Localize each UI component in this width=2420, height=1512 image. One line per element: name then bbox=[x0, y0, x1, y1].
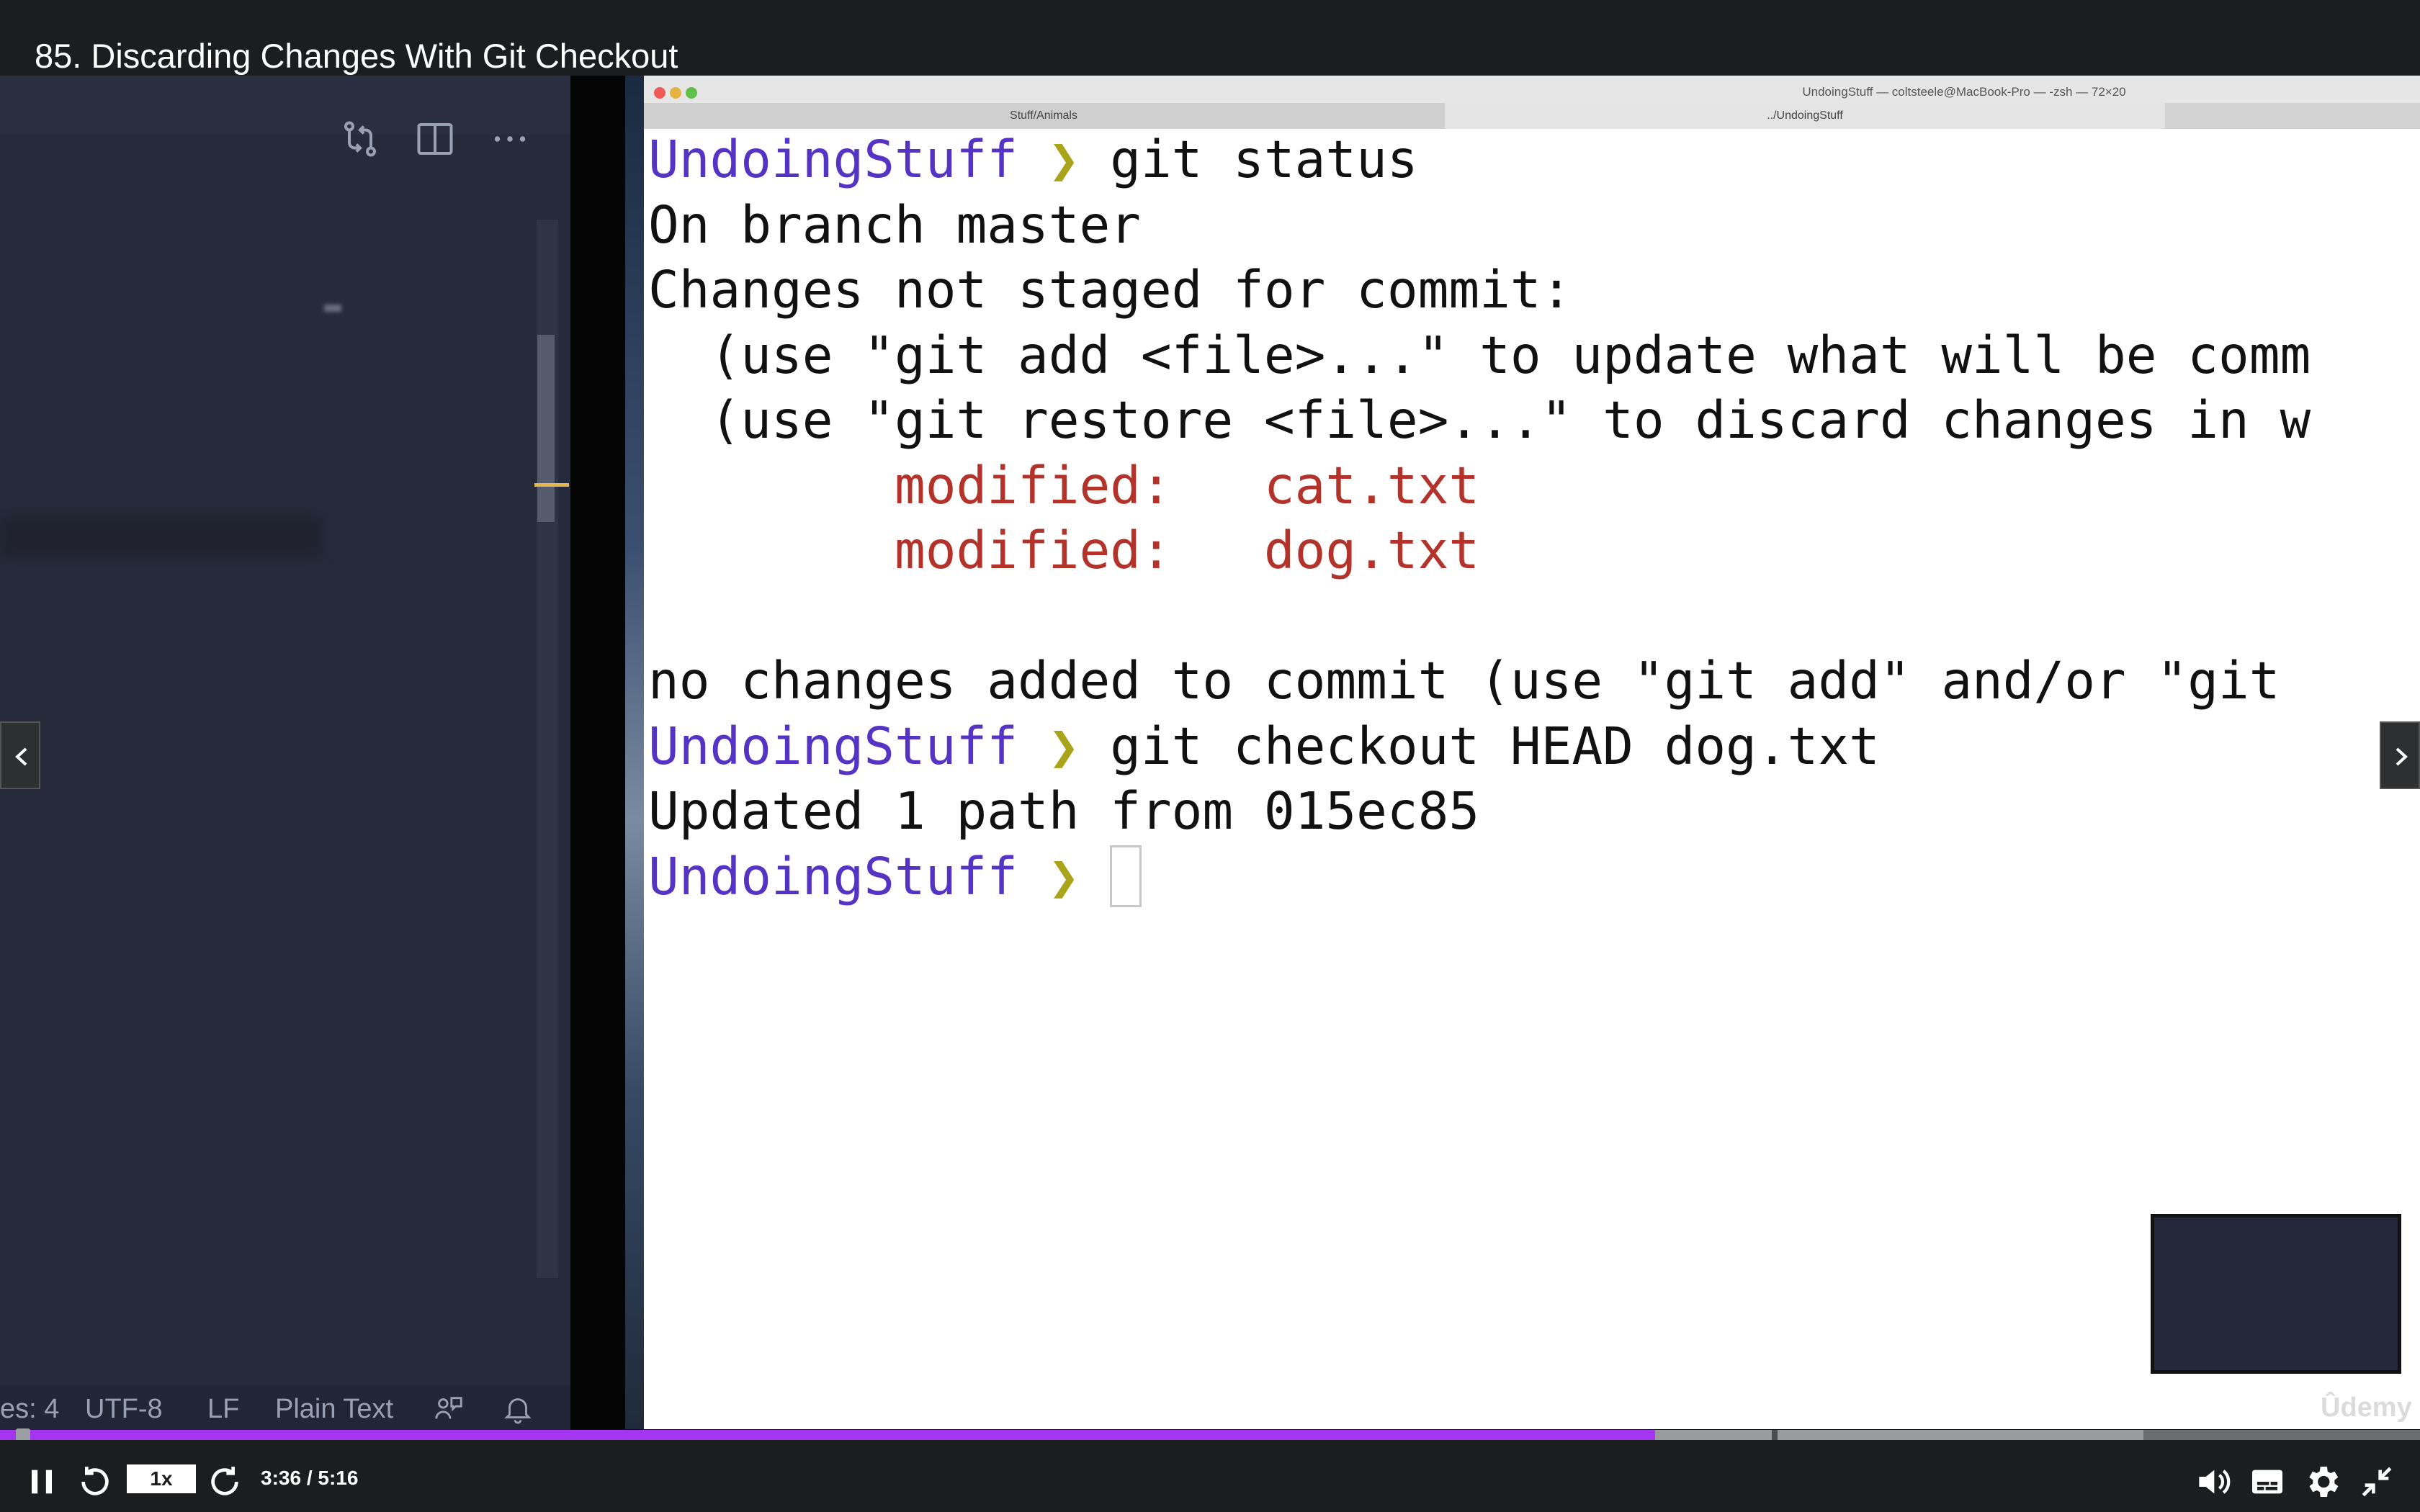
terminal-output: UndoingStuff ❯ git status On branch maste… bbox=[648, 127, 2311, 909]
vscode-editor-panel bbox=[0, 76, 570, 1429]
playback-speed-button[interactable]: 1x bbox=[127, 1464, 196, 1493]
terminal-line: Updated 1 path from 015ec85 bbox=[648, 779, 2311, 845]
volume-button[interactable] bbox=[2192, 1462, 2233, 1502]
terminal-command bbox=[1079, 847, 1110, 906]
blurred-text bbox=[324, 305, 341, 312]
more-actions-icon bbox=[488, 117, 532, 161]
desktop-wallpaper bbox=[625, 76, 644, 1429]
prompt-arrow: ❯ bbox=[1048, 846, 1080, 906]
minimap-marker bbox=[534, 483, 569, 487]
terminal-line: modified: cat.txt bbox=[648, 454, 2311, 519]
terminal-line: (use "git add <file>..." to update what … bbox=[648, 323, 2311, 389]
terminal-line: On branch master bbox=[648, 193, 2311, 258]
terminal-output-text: (use "git restore <file>..." to discard … bbox=[648, 390, 2311, 450]
feedback-icon bbox=[432, 1392, 465, 1426]
rewind-5-icon bbox=[81, 1467, 109, 1495]
terminal-line: Changes not staged for commit: bbox=[648, 258, 2311, 323]
player-controls bbox=[0, 1440, 2420, 1512]
terminal-line: UndoingStuff ❯ bbox=[648, 845, 2311, 910]
terminal-cursor bbox=[1110, 845, 1142, 907]
status-indent: es: 4 bbox=[0, 1394, 60, 1424]
lecture-title: 85. Discarding Changes With Git Checkout bbox=[35, 37, 678, 75]
previous-lecture-button[interactable] bbox=[0, 721, 40, 789]
forward-button[interactable] bbox=[205, 1462, 245, 1502]
progress-played bbox=[0, 1430, 1656, 1440]
terminal-title: UndoingStuff — coltsteele@MacBook-Pro — … bbox=[1802, 85, 2126, 99]
video-progress-bar[interactable] bbox=[0, 1430, 2420, 1440]
modified-file-line: modified: cat.txt bbox=[648, 455, 1480, 516]
progress-marker bbox=[1772, 1430, 1778, 1440]
terminal-tab: Stuff/Animals bbox=[644, 103, 1443, 129]
terminal-command: git checkout HEAD dog.txt bbox=[1079, 716, 1880, 776]
bell-icon bbox=[501, 1392, 534, 1426]
terminal-line: modified: dog.txt bbox=[648, 518, 2311, 584]
chevron-left-icon bbox=[15, 747, 27, 766]
terminal-titlebar: UndoingStuff — coltsteele@MacBook-Pro — … bbox=[644, 76, 2420, 103]
status-eol: LF bbox=[207, 1394, 240, 1424]
terminal-output-text: Changes not staged for commit: bbox=[648, 260, 1572, 320]
exit-fullscreen-button[interactable] bbox=[2357, 1462, 2397, 1502]
prompt-arrow: ❯ bbox=[1048, 130, 1080, 189]
rewind-button[interactable] bbox=[75, 1462, 115, 1502]
settings-button[interactable] bbox=[2302, 1462, 2342, 1502]
chevron-right-icon bbox=[2396, 747, 2408, 766]
split-editor-icon bbox=[413, 117, 457, 161]
next-lecture-button[interactable] bbox=[2380, 721, 2420, 789]
editor-toolbar bbox=[0, 76, 570, 135]
video-frame[interactable]: es: 4 UTF-8 LF Plain Text UndoingStuff —… bbox=[0, 0, 2420, 1512]
terminal-line: UndoingStuff ❯ git checkout HEAD dog.txt bbox=[648, 714, 2311, 780]
pause-button[interactable] bbox=[22, 1462, 62, 1502]
terminal-tab-bar: Stuff/Animals ../UndoingStuff bbox=[644, 103, 2420, 129]
blurred-line bbox=[0, 515, 321, 558]
exit-fullscreen-icon bbox=[2362, 1467, 2392, 1497]
terminal-output-text: Updated 1 path from 015ec85 bbox=[648, 781, 1480, 841]
course-header: 85. Discarding Changes With Git Checkout bbox=[0, 0, 2420, 76]
prompt-arrow: ❯ bbox=[1048, 716, 1080, 776]
terminal-prompt: UndoingStuff bbox=[648, 716, 1018, 776]
status-encoding: UTF-8 bbox=[85, 1394, 163, 1424]
forward-5-icon bbox=[211, 1467, 238, 1495]
terminal-line: no changes added to commit (use "git add… bbox=[648, 649, 2311, 714]
terminal-output-text: On branch master bbox=[648, 194, 1141, 255]
compare-changes-icon bbox=[339, 117, 382, 161]
terminal-line: UndoingStuff ❯ git status bbox=[648, 127, 2311, 193]
terminal-line: (use "git restore <file>..." to discard … bbox=[648, 388, 2311, 454]
pause-icon bbox=[32, 1470, 52, 1494]
captions-icon bbox=[2252, 1470, 2282, 1494]
terminal-output-text: no changes added to commit (use "git add… bbox=[648, 651, 2311, 711]
terminal-prompt: UndoingStuff bbox=[648, 130, 1018, 189]
volume-icon bbox=[2199, 1470, 2231, 1494]
terminal-prompt: UndoingStuff bbox=[648, 846, 1018, 906]
captions-button[interactable] bbox=[2247, 1462, 2287, 1502]
video-thumbnail-preview bbox=[2151, 1214, 2401, 1374]
terminal-output-text: (use "git add <file>..." to update what … bbox=[648, 325, 2311, 385]
window-gap bbox=[570, 76, 625, 1429]
udemy-watermark: Ûdemy bbox=[2321, 1392, 2412, 1423]
status-language: Plain Text bbox=[275, 1394, 394, 1424]
terminal-command: git status bbox=[1079, 130, 1418, 189]
modified-file-line: modified: dog.txt bbox=[648, 521, 1480, 580]
time-display: 3:36 / 5:16 bbox=[261, 1467, 359, 1489]
settings-gear-icon bbox=[2309, 1467, 2339, 1497]
minimap-slider bbox=[537, 335, 555, 522]
terminal-tab-active: ../UndoingStuff bbox=[1445, 103, 2165, 129]
